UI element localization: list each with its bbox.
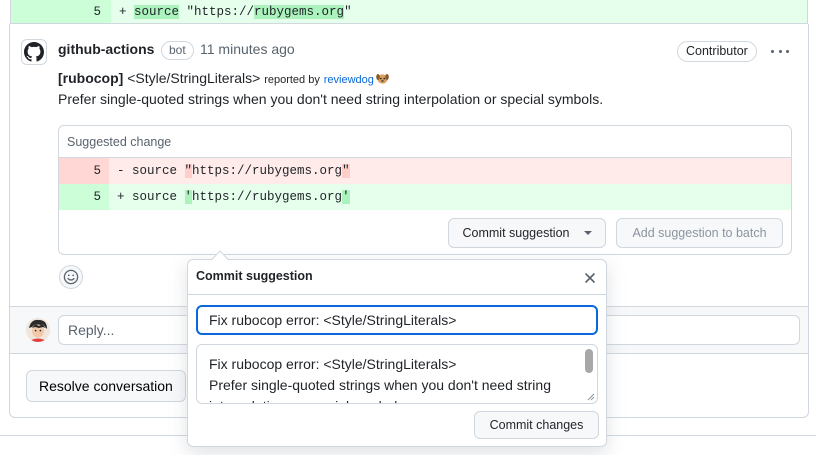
diff-text: https://rubygems.org [192,164,343,178]
diff-text: "https:// [179,5,255,19]
rule-source: [rubocop] [58,70,124,86]
bot-badge: bot [161,41,194,60]
suggestion-added-line: 5 + source 'https://rubygems.org' [59,184,791,210]
dog-icon [376,74,389,84]
add-reaction-button[interactable] [59,265,83,289]
diff-code: - source "https://rubygems.org" [117,158,350,184]
diff-text: - source [117,164,185,178]
reported-by-label: reported by [264,74,320,86]
resize-handle-icon[interactable] [587,393,595,401]
user-avatar-icon [26,318,50,342]
commit-suggestion-label: Commit suggestion [462,226,570,240]
line-number: 5 [59,184,109,210]
rule-line: [rubocop] <Style/StringLiterals> reporte… [58,70,389,86]
line-number: 5 [11,0,111,23]
commit-title-input[interactable]: Fix rubocop error: <Style/StringLiterals… [196,305,598,335]
suggestion-actions: Commit suggestion Add suggestion to batc… [59,210,791,254]
suggested-change-box: Suggested change 5 - source "https://rub… [58,125,792,255]
commit-suggestion-button[interactable]: Commit suggestion [448,218,606,248]
contributor-badge: Contributor [677,41,757,62]
github-actions-avatar[interactable] [21,39,47,65]
diff-text: https://rubygems.org [192,190,343,204]
comment-message: Prefer single-quoted strings when you do… [58,91,604,107]
commit-suggestion-dialog: Commit suggestion Fix rubocop error: <St… [187,250,607,447]
reviewdog-link[interactable]: reviewdog [324,74,374,86]
rule-name: <Style/StringLiterals> [127,70,261,86]
resolve-conversation-button[interactable]: Resolve conversation [26,370,186,402]
github-logo-icon [24,42,44,62]
diff-highlight: ' [342,190,350,204]
divider [188,294,606,295]
description-line: Fix rubocop error: <Style/StringLiterals… [209,356,457,372]
line-number: 5 [59,158,109,184]
description-line: interpolation or special symbols. [209,396,573,403]
more-options-icon[interactable] [768,41,792,61]
comment-author[interactable]: github-actions [58,41,154,57]
smiley-icon [63,269,79,285]
diff-highlight: " [342,164,350,178]
scrollbar-thumb[interactable] [585,349,593,373]
diff-code: + source 'https://rubygems.org' [117,184,350,210]
diff-highlight: source [134,5,180,19]
add-to-batch-button[interactable]: Add suggestion to batch [616,218,783,248]
diff-highlight: rubygems.org [254,5,345,19]
dialog-title: Commit suggestion [196,269,313,283]
user-avatar[interactable] [26,318,50,342]
close-icon [585,273,595,283]
description-line: Prefer single-quoted strings when you do… [209,377,551,393]
suggested-change-header: Suggested change [59,126,791,158]
diff-highlight: " [184,164,193,178]
commit-changes-button[interactable]: Commit changes [474,411,599,439]
diff-line-added: 5 + source "https://rubygems.org" [10,0,808,24]
comment-timestamp[interactable]: 11 minutes ago [200,41,295,57]
diff-text: + source [117,190,185,204]
diff-prefix: + [119,5,135,19]
commit-description-textarea[interactable]: Fix rubocop error: <Style/StringLiterals… [196,344,598,404]
caret-down-icon [583,231,592,235]
suggestion-deleted-line: 5 - source "https://rubygems.org" [59,158,791,184]
diff-text: " [344,5,352,19]
diff-code: + source "https://rubygems.org" [119,0,352,24]
diff-highlight: ' [184,190,193,204]
close-button[interactable] [580,268,600,288]
